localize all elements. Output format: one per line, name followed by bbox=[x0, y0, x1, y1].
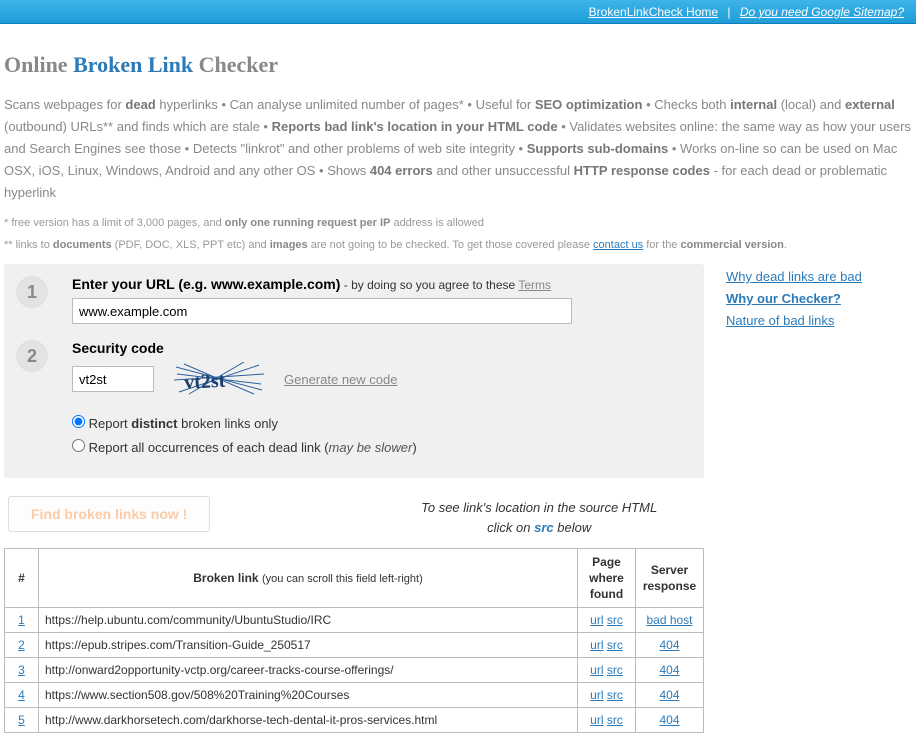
url-link[interactable]: url bbox=[590, 663, 603, 677]
side-link-1[interactable]: Why dead links are bad bbox=[726, 266, 896, 288]
url-link[interactable]: url bbox=[590, 713, 603, 727]
sidebar: Why dead links are bad Why our Checker? … bbox=[726, 264, 896, 733]
url-input[interactable] bbox=[72, 298, 572, 324]
terms-link[interactable]: Terms bbox=[518, 278, 551, 292]
table-row: 1 https://help.ubuntu.com/community/Ubunt… bbox=[5, 608, 704, 633]
src-link[interactable]: src bbox=[607, 638, 623, 652]
home-link[interactable]: BrokenLinkCheck Home bbox=[589, 5, 718, 19]
row-link: https://www.section508.gov/508%20Trainin… bbox=[39, 683, 578, 708]
page-title: Online Broken Link Checker bbox=[4, 52, 912, 78]
src-link[interactable]: src bbox=[607, 713, 623, 727]
url-link[interactable]: url bbox=[590, 688, 603, 702]
row-num-link[interactable]: 3 bbox=[18, 663, 25, 677]
th-resp: Server response bbox=[636, 549, 704, 608]
side-link-3[interactable]: Nature of bad links bbox=[726, 310, 896, 332]
description: Scans webpages for dead hyperlinks • Can… bbox=[4, 94, 912, 204]
th-link: Broken link (you can scroll this field l… bbox=[39, 549, 578, 608]
generate-code-link[interactable]: Generate new code bbox=[284, 372, 397, 387]
src-link[interactable]: src bbox=[607, 688, 623, 702]
row-link: http://www.darkhorsetech.com/darkhorse-t… bbox=[39, 708, 578, 733]
step-1-badge: 1 bbox=[16, 276, 48, 308]
url-link[interactable]: url bbox=[590, 613, 603, 627]
response-link[interactable]: 404 bbox=[659, 663, 679, 677]
th-page: Page where found bbox=[578, 549, 636, 608]
row-link: http://onward2opportunity-vctp.org/caree… bbox=[39, 658, 578, 683]
row-num-link[interactable]: 2 bbox=[18, 638, 25, 652]
response-link[interactable]: bad host bbox=[646, 613, 692, 627]
row-num-link[interactable]: 5 bbox=[18, 713, 25, 727]
radio-distinct[interactable]: Report distinct broken links only bbox=[72, 412, 692, 436]
row-num-link[interactable]: 1 bbox=[18, 613, 25, 627]
row-link: https://help.ubuntu.com/community/Ubuntu… bbox=[39, 608, 578, 633]
table-row: 4 https://www.section508.gov/508%20Traini… bbox=[5, 683, 704, 708]
response-link[interactable]: 404 bbox=[659, 688, 679, 702]
table-row: 3 http://onward2opportunity-vctp.org/care… bbox=[5, 658, 704, 683]
url-label: Enter your URL (e.g. www.example.com) - … bbox=[72, 276, 692, 292]
src-link[interactable]: src bbox=[607, 663, 623, 677]
svg-text:vt2st: vt2st bbox=[184, 370, 227, 394]
row-link: https://epub.stripes.com/Transition-Guid… bbox=[39, 633, 578, 658]
url-link[interactable]: url bbox=[590, 638, 603, 652]
captcha-image: vt2st bbox=[174, 362, 264, 396]
report-options: Report distinct broken links only Report… bbox=[72, 412, 692, 460]
footnote-1: * free version has a limit of 3,000 page… bbox=[4, 214, 912, 232]
contact-link[interactable]: contact us bbox=[593, 239, 643, 251]
form-area: 1 Enter your URL (e.g. www.example.com) … bbox=[4, 264, 704, 733]
sitemap-link[interactable]: Do you need Google Sitemap? bbox=[740, 5, 904, 19]
response-link[interactable]: 404 bbox=[659, 638, 679, 652]
th-num: # bbox=[5, 549, 39, 608]
src-link[interactable]: src bbox=[607, 613, 623, 627]
hint-text: To see link's location in the source HTM… bbox=[378, 496, 700, 538]
footnote-2: ** links to documents (PDF, DOC, XLS, PP… bbox=[4, 236, 912, 254]
row-num-link[interactable]: 4 bbox=[18, 688, 25, 702]
security-label: Security code bbox=[72, 340, 692, 356]
separator: | bbox=[727, 5, 730, 19]
response-link[interactable]: 404 bbox=[659, 713, 679, 727]
side-link-2[interactable]: Why our Checker? bbox=[726, 288, 896, 310]
table-row: 2 https://epub.stripes.com/Transition-Gui… bbox=[5, 633, 704, 658]
security-code-input[interactable] bbox=[72, 366, 154, 392]
top-bar: BrokenLinkCheck Home | Do you need Googl… bbox=[0, 0, 916, 24]
step-2-badge: 2 bbox=[16, 340, 48, 372]
find-button[interactable]: Find broken links now ! bbox=[8, 496, 210, 532]
table-row: 5 http://www.darkhorsetech.com/darkhorse-… bbox=[5, 708, 704, 733]
results-table: # Broken link (you can scroll this field… bbox=[4, 548, 704, 733]
radio-all[interactable]: Report all occurrences of each dead link… bbox=[72, 436, 692, 460]
